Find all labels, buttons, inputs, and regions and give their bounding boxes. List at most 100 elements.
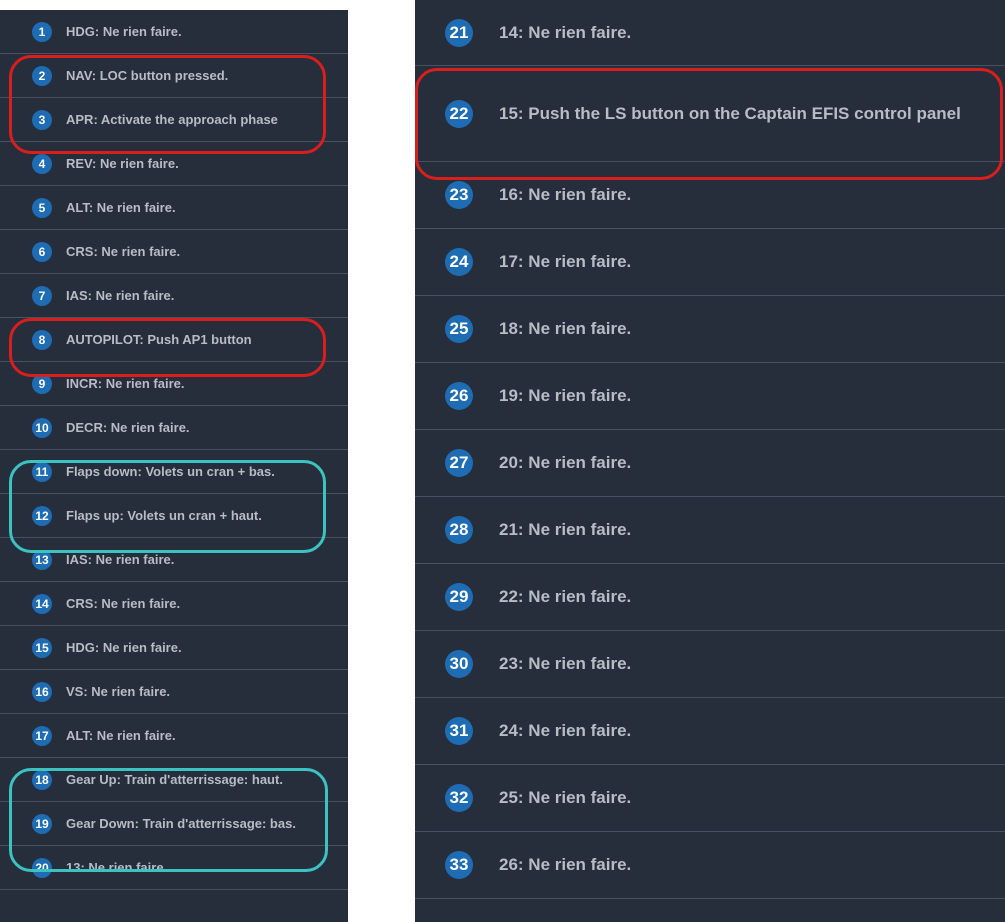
step-label: CRS: Ne rien faire. [66, 596, 181, 611]
step-label: ALT: Ne rien faire. [66, 728, 176, 743]
step-label: Gear Down: Train d'atterrissage: bas. [66, 816, 296, 831]
step-number-badge: 19 [32, 813, 52, 834]
step-label: Gear Up: Train d'atterrissage: haut. [66, 772, 283, 787]
list-item[interactable]: 2 NAV: LOC button pressed. [0, 54, 348, 98]
list-item[interactable]: 19 Gear Down: Train d'atterrissage: bas. [0, 802, 348, 846]
step-label: 18: Ne rien faire. [499, 319, 632, 338]
step-label: 14: Ne rien faire. [499, 22, 632, 42]
step-number-badge: 18 [32, 769, 52, 790]
step-label: 13: Ne rien faire. [66, 860, 168, 875]
step-label: 25: Ne rien faire. [499, 788, 632, 807]
step-label: Flaps down: Volets un cran + bas. [66, 464, 275, 479]
step-number-badge: 26 [445, 382, 473, 410]
step-label: HDG: Ne rien faire. [66, 640, 182, 655]
step-number-badge: 3 [32, 109, 52, 130]
list-item[interactable]: 23 16: Ne rien faire. [415, 162, 1005, 229]
list-item[interactable]: 26 19: Ne rien faire. [415, 363, 1005, 430]
list-item[interactable]: 21 14: Ne rien faire. [415, 0, 1005, 66]
list-item[interactable]: 14 CRS: Ne rien faire. [0, 582, 348, 626]
list-item[interactable]: 3 APR: Activate the approach phase [0, 98, 348, 142]
list-item[interactable]: 33 26: Ne rien faire. [415, 832, 1005, 899]
step-label: IAS: Ne rien faire. [66, 552, 175, 567]
list-item[interactable]: 28 21: Ne rien faire. [415, 497, 1005, 564]
list-item[interactable]: 22 15: Push the LS button on the Captain … [415, 66, 1005, 162]
step-number-badge: 33 [445, 851, 473, 879]
step-label: 26: Ne rien faire. [499, 855, 632, 874]
list-item[interactable]: 4 REV: Ne rien faire. [0, 142, 348, 186]
list-item[interactable]: 32 25: Ne rien faire. [415, 765, 1005, 832]
list-item[interactable]: 13 IAS: Ne rien faire. [0, 538, 348, 582]
step-label: 24: Ne rien faire. [499, 721, 632, 740]
step-number-badge: 15 [32, 637, 52, 658]
step-number-badge: 10 [32, 417, 52, 438]
list-item[interactable]: 12 Flaps up: Volets un cran + haut. [0, 494, 348, 538]
step-number-badge: 24 [445, 248, 473, 276]
step-label: 17: Ne rien faire. [499, 252, 632, 271]
list-item[interactable]: 27 20: Ne rien faire. [415, 430, 1005, 497]
step-label: 23: Ne rien faire. [499, 654, 632, 673]
step-number-badge: 14 [32, 593, 52, 614]
list-item[interactable]: 20 13: Ne rien faire. [0, 846, 348, 890]
step-number-badge: 17 [32, 725, 52, 746]
step-number-badge: 22 [445, 99, 473, 128]
step-label: AUTOPILOT: Push AP1 button [66, 332, 252, 347]
step-label: IAS: Ne rien faire. [66, 288, 175, 303]
list-item[interactable]: 1 HDG: Ne rien faire. [0, 10, 348, 54]
step-label: 16: Ne rien faire. [499, 185, 632, 204]
step-label: Flaps up: Volets un cran + haut. [66, 508, 262, 523]
left-step-list: 1 HDG: Ne rien faire. 2 NAV: LOC button pre… [0, 10, 348, 922]
step-label: DECR: Ne rien faire. [66, 420, 190, 435]
step-label: 22: Ne rien faire. [499, 587, 632, 606]
step-number-badge: 20 [32, 857, 52, 878]
step-label: 15: Push the LS button on the Captain EF… [499, 103, 961, 123]
list-item[interactable]: 17 ALT: Ne rien faire. [0, 714, 348, 758]
list-item[interactable]: 11 Flaps down: Volets un cran + bas. [0, 450, 348, 494]
list-item[interactable]: 25 18: Ne rien faire. [415, 296, 1005, 363]
step-number-badge: 12 [32, 505, 52, 526]
list-item[interactable]: 18 Gear Up: Train d'atterrissage: haut. [0, 758, 348, 802]
step-number-badge: 5 [32, 197, 52, 218]
list-item[interactable]: 5 ALT: Ne rien faire. [0, 186, 348, 230]
list-item[interactable]: 15 HDG: Ne rien faire. [0, 626, 348, 670]
list-item[interactable]: 31 24: Ne rien faire. [415, 698, 1005, 765]
step-number-badge: 11 [32, 461, 52, 482]
step-label: CRS: Ne rien faire. [66, 244, 181, 259]
step-label: VS: Ne rien faire. [66, 684, 171, 699]
step-label: 20: Ne rien faire. [499, 453, 632, 472]
list-item[interactable]: 7 IAS: Ne rien faire. [0, 274, 348, 318]
step-label: APR: Activate the approach phase [66, 112, 278, 127]
step-number-badge: 27 [445, 449, 473, 477]
step-label: ALT: Ne rien faire. [66, 200, 176, 215]
step-number-badge: 31 [445, 717, 473, 745]
step-number-badge: 9 [32, 373, 52, 394]
list-item[interactable]: 6 CRS: Ne rien faire. [0, 230, 348, 274]
step-number-badge: 7 [32, 285, 52, 306]
list-item[interactable]: 8 AUTOPILOT: Push AP1 button [0, 318, 348, 362]
list-item[interactable]: 29 22: Ne rien faire. [415, 564, 1005, 631]
step-label: 19: Ne rien faire. [499, 386, 632, 405]
step-label: 21: Ne rien faire. [499, 520, 632, 539]
step-number-badge: 1 [32, 21, 52, 42]
step-number-badge: 29 [445, 583, 473, 611]
list-item[interactable]: 10 DECR: Ne rien faire. [0, 406, 348, 450]
list-item[interactable]: 24 17: Ne rien faire. [415, 229, 1005, 296]
step-number-badge: 4 [32, 153, 52, 174]
step-number-badge: 23 [445, 181, 473, 209]
list-item[interactable]: 30 23: Ne rien faire. [415, 631, 1005, 698]
step-number-badge: 13 [32, 549, 52, 570]
step-number-badge: 30 [445, 650, 473, 678]
step-number-badge: 32 [445, 784, 473, 812]
list-item[interactable]: 9 INCR: Ne rien faire. [0, 362, 348, 406]
step-number-badge: 8 [32, 329, 52, 350]
step-label: NAV: LOC button pressed. [66, 68, 229, 83]
step-number-badge: 21 [445, 18, 473, 47]
list-item[interactable]: 16 VS: Ne rien faire. [0, 670, 348, 714]
step-number-badge: 6 [32, 241, 52, 262]
right-step-list: 21 14: Ne rien faire. 22 15: Push the LS bu… [415, 0, 1005, 922]
step-number-badge: 2 [32, 65, 52, 86]
step-number-badge: 25 [445, 315, 473, 343]
step-label: INCR: Ne rien faire. [66, 376, 185, 391]
step-label: HDG: Ne rien faire. [66, 24, 182, 39]
step-number-badge: 16 [32, 681, 52, 702]
step-number-badge: 28 [445, 516, 473, 544]
